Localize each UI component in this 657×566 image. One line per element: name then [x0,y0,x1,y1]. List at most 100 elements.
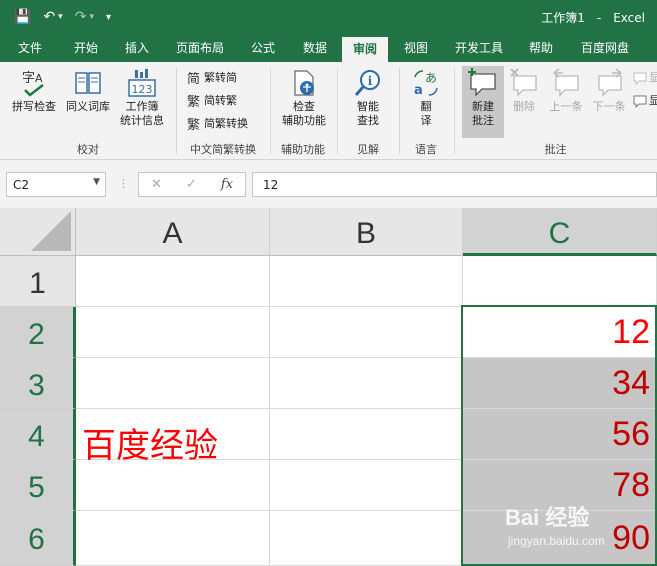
translate-label-2: 译 [420,114,432,127]
previous-comment-label: 上一条 [549,100,583,113]
spell-check-button[interactable]: 字 A 拼写检查 [8,68,60,114]
next-comment-label: 下一条 [592,100,626,113]
column-header-b[interactable]: B [270,208,463,256]
new-comment-button[interactable]: 新建 批注 [462,66,504,138]
show-all-comments-button[interactable]: 显 [633,91,657,111]
tab-insert[interactable]: 插入 [113,34,161,62]
redo-dropdown-icon[interactable]: ▾ [89,12,94,22]
check-accessibility-label-2: 辅助功能 [282,114,326,127]
tab-developer[interactable]: 开发工具 [446,34,512,62]
group-label-proofing: 校对 [77,143,99,156]
cell-c3[interactable]: 34 [463,358,657,409]
smart-lookup-label-2: 查找 [357,114,379,127]
name-box-value: C2 [13,178,30,192]
cell-b3[interactable] [270,358,463,409]
previous-comment-icon [553,68,579,97]
formula-bar: C2 ▼ ⋮ ✕ ✓ fx 12 [0,160,657,208]
baidu-watermark: Bai 经验 [505,505,590,530]
row-header-4[interactable]: 4 [0,409,76,460]
workbook-statistics-icon: 123 [128,69,156,97]
show-all-comments-label: 显 [649,94,657,107]
svg-text:繁: 繁 [187,94,200,109]
row-header-1[interactable]: 1 [0,256,76,307]
smart-lookup-button[interactable]: i 智能 查找 [343,68,393,128]
undo-icon[interactable]: ↶ [43,9,55,25]
customize-qat-icon[interactable]: ▾ [106,12,111,23]
simp-to-trad-button[interactable]: 繁 简转繁 [186,91,237,111]
cell-b4[interactable] [270,409,463,460]
svg-text:あ: あ [425,71,437,85]
check-accessibility-button[interactable]: 检查 辅助功能 [276,68,332,128]
next-comment-icon [598,68,622,97]
column-header-c[interactable]: C [463,208,657,256]
cell-b2[interactable] [270,307,463,358]
svg-text:i: i [368,74,373,88]
group-label-language: 语言 [415,143,437,156]
tab-view[interactable]: 视图 [393,34,439,62]
undo-dropdown-icon[interactable]: ▾ [58,12,63,22]
tab-page-layout[interactable]: 页面布局 [168,34,232,62]
simp-to-trad-label: 简转繁 [204,94,237,107]
translate-label-1: 翻 [420,100,432,113]
cell-a6[interactable] [76,511,270,566]
name-box[interactable]: C2 ▼ [6,172,106,197]
insert-function-icon[interactable]: fx [221,177,233,192]
tab-formulas[interactable]: 公式 [240,34,286,62]
cell-c2-value: 12 [612,313,650,351]
title-bar: 💾 ↶ ▾ ↷ ▾ ▾ 工作簿1- Excel [0,0,657,34]
svg-text:A: A [35,72,43,85]
next-comment-button[interactable]: 下一条 [589,68,629,114]
cancel-icon[interactable]: ✕ [151,177,162,192]
enter-icon[interactable]: ✓ [186,177,197,192]
translate-button[interactable]: a あ 翻 译 [404,68,448,128]
cell-c4-value: 56 [612,415,650,453]
workbook-statistics-label-1: 工作簿 [125,100,159,113]
tab-home[interactable]: 开始 [62,34,110,62]
show-comment-button[interactable]: 显 [633,68,657,88]
formula-bar-grip-icon[interactable]: ⋮ [118,177,129,190]
cell-c1[interactable] [463,256,657,307]
cell-b1[interactable] [270,256,463,307]
save-icon[interactable]: 💾 [14,9,31,25]
select-all-corner[interactable] [0,208,76,256]
delete-comment-button[interactable]: 删除 [506,68,542,114]
tab-review[interactable]: 审阅 [342,37,388,62]
cell-b5[interactable] [270,460,463,511]
simp-to-trad-icon: 繁 [187,94,200,109]
spell-check-icon: 字 A [22,71,44,97]
ribbon: 字 A 拼写检查 同义词库 123 工作簿 统计信息 校对 简 繁转简 繁 简转… [0,62,657,160]
cell-a1[interactable] [76,256,270,307]
cell-c6-value: 90 [612,519,650,557]
tab-help[interactable]: 帮助 [518,34,564,62]
row-header-3[interactable]: 3 [0,358,76,409]
delete-comment-label: 删除 [513,100,535,113]
cell-a2[interactable] [76,307,270,358]
cell-c3-value: 34 [612,364,650,402]
simp-trad-convert-button[interactable]: 繁 简繁转换 [186,114,248,134]
show-comment-label: 显 [649,71,657,84]
thesaurus-button[interactable]: 同义词库 [62,68,114,114]
cell-a5[interactable] [76,460,270,511]
column-header-a[interactable]: A [76,208,270,256]
cell-b6[interactable] [270,511,463,566]
row-header-2[interactable]: 2 [0,307,76,358]
tab-file[interactable]: 文件 [6,34,54,62]
cell-c4[interactable]: 56 [463,409,657,460]
row-header-6[interactable]: 6 [0,511,76,566]
translate-icon: a あ [414,70,438,98]
name-box-dropdown-icon[interactable]: ▼ [93,177,100,187]
simp-trad-convert-icon: 繁 [187,117,200,132]
tab-baidu-netdisk[interactable]: 百度网盘 [572,34,638,62]
cell-c2[interactable]: 12 [463,307,657,358]
svg-text:字: 字 [22,71,35,86]
formula-input[interactable]: 12 [252,172,657,197]
cell-a3[interactable] [76,358,270,409]
workbook-statistics-button[interactable]: 123 工作簿 统计信息 [114,68,170,128]
tab-data[interactable]: 数据 [292,34,338,62]
svg-text:简: 简 [187,71,200,86]
trad-to-simp-button[interactable]: 简 繁转简 [186,68,237,88]
formula-buttons: ✕ ✓ fx [138,172,246,197]
redo-icon[interactable]: ↷ [75,9,87,25]
row-header-5[interactable]: 5 [0,460,76,511]
previous-comment-button[interactable]: 上一条 [546,68,586,114]
